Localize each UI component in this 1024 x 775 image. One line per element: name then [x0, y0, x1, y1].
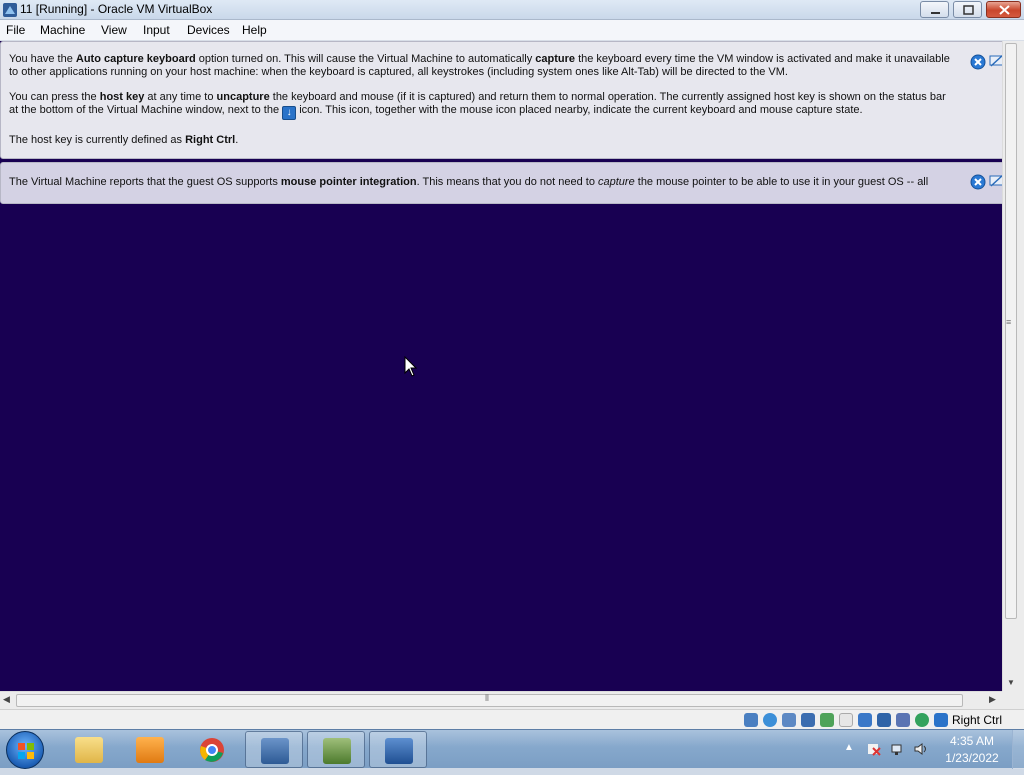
vm-status-bar: Right Ctrl — [0, 709, 1024, 729]
taskbar-vm-11[interactable] — [369, 731, 427, 768]
windows-taskbar: ▲ 4:35 AM 1/23/2022 — [0, 729, 1024, 769]
maximize-button[interactable] — [953, 1, 982, 18]
clock-time[interactable]: 4:35 AM — [936, 734, 1008, 748]
network-icon[interactable] — [801, 713, 815, 727]
shared-folders-icon[interactable] — [839, 713, 853, 727]
menu-help[interactable]: Help — [242, 23, 267, 37]
taskbar-media-player[interactable] — [121, 731, 179, 768]
scroll-right-arrow-icon[interactable]: ▶ — [989, 694, 996, 705]
host-key-arrow-icon: ↓ — [282, 106, 297, 120]
windows-logo-icon — [18, 743, 34, 759]
vm-window-icon — [385, 738, 413, 764]
horizontal-scrollbar[interactable]: ◀ ⦀ ▶ — [0, 691, 1002, 709]
network-tray-icon[interactable] — [891, 742, 905, 756]
menu-bar: File Machine View Input Devices Help — [0, 20, 1024, 41]
taskbar-explorer[interactable] — [60, 731, 118, 768]
menu-input[interactable]: Input — [143, 23, 170, 37]
notice-paragraph-3: The host key is currently defined as Rig… — [9, 134, 239, 146]
hard-disk-icon[interactable] — [744, 713, 758, 727]
menu-devices[interactable]: Devices — [187, 23, 230, 37]
volume-icon[interactable] — [914, 742, 928, 756]
task-manager-icon — [323, 738, 351, 764]
show-hidden-icons-icon[interactable]: ▲ — [844, 742, 854, 753]
keyboard-capture-notice: You have the Auto capture keyboard optio… — [0, 41, 1016, 159]
scroll-left-arrow-icon[interactable]: ◀ — [3, 694, 10, 705]
mouse-integration-icon[interactable] — [915, 713, 929, 727]
menu-view[interactable]: View — [101, 23, 127, 37]
taskbar-chrome[interactable] — [183, 731, 241, 768]
scroll-grip-icon: ≡ — [1006, 317, 1012, 327]
show-desktop-button[interactable] — [1012, 730, 1024, 769]
virtualbox-icon — [261, 738, 289, 764]
system-tray: ▲ 4:35 AM 1/23/2022 — [840, 730, 1024, 769]
window-title: 11 [Running] - Oracle VM VirtualBox — [20, 2, 213, 16]
vt-x-icon[interactable] — [896, 713, 910, 727]
title-bar: 11 [Running] - Oracle VM VirtualBox — [0, 0, 1024, 20]
mouse-notice-text: The Virtual Machine reports that the gue… — [9, 176, 929, 188]
action-center-icon[interactable] — [867, 742, 881, 756]
scroll-grip-icon: ⦀ — [485, 693, 489, 703]
taskbar-virtualbox[interactable] — [245, 731, 303, 768]
audio-icon[interactable] — [782, 713, 796, 727]
scroll-down-arrow-icon[interactable]: ▼ — [1007, 678, 1015, 687]
mouse-integration-notice: The Virtual Machine reports that the gue… — [0, 162, 1016, 204]
optical-drive-icon[interactable] — [763, 713, 777, 727]
vertical-scrollbar[interactable]: ≡ ▼ — [1002, 41, 1024, 691]
mouse-cursor-icon — [404, 356, 418, 377]
display-icon[interactable] — [858, 713, 872, 727]
menu-file[interactable]: File — [6, 23, 25, 37]
virtualbox-app-icon[interactable] — [2, 2, 18, 18]
close-notice-icon[interactable] — [970, 54, 986, 70]
taskbar-task-manager[interactable] — [307, 731, 365, 768]
start-button[interactable] — [6, 731, 44, 769]
vertical-scroll-thumb[interactable] — [1005, 43, 1017, 619]
clock-date[interactable]: 1/23/2022 — [936, 751, 1008, 765]
horizontal-scroll-thumb[interactable] — [16, 694, 963, 707]
recording-icon[interactable] — [877, 713, 891, 727]
close-notice-icon[interactable] — [970, 174, 986, 190]
media-player-icon — [136, 737, 164, 763]
scroll-corner — [1002, 691, 1024, 709]
usb-icon[interactable] — [820, 713, 834, 727]
minimize-button[interactable] — [920, 1, 949, 18]
close-button[interactable] — [986, 1, 1021, 18]
folder-icon — [75, 737, 103, 763]
notice-paragraph-2: You can press the host key at any time t… — [9, 91, 946, 120]
chrome-icon — [200, 738, 224, 762]
notice-paragraph-1: You have the Auto capture keyboard optio… — [9, 53, 950, 78]
host-key-label: Right Ctrl — [952, 713, 1003, 727]
menu-machine[interactable]: Machine — [40, 23, 85, 37]
keyboard-capture-icon[interactable] — [934, 713, 948, 727]
